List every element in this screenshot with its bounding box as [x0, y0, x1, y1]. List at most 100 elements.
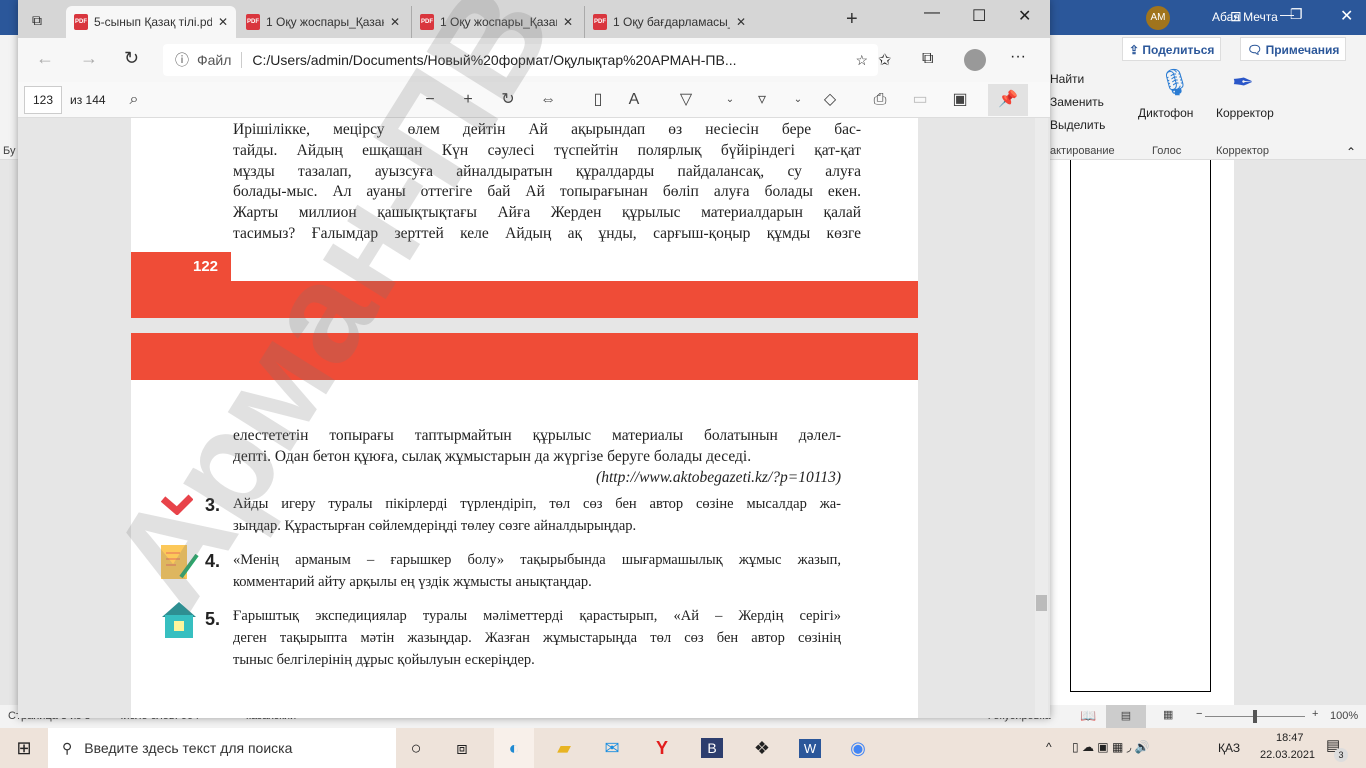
show-hidden-icons[interactable]: ^ — [1046, 740, 1052, 754]
url-prefix: Файл — [197, 52, 243, 68]
find-button[interactable]: Найти — [1050, 72, 1084, 86]
text-line: тайды. Айдың ешқашан Күн сәулесі түспейт… — [233, 141, 861, 159]
check-icon — [161, 494, 193, 515]
vk-icon[interactable]: B — [692, 728, 732, 768]
yandex-browser-icon[interactable]: Y — [642, 728, 682, 768]
mail-icon[interactable]: ✉ — [592, 728, 632, 768]
group-editor: Корректор — [1216, 145, 1269, 157]
word-text-box[interactable] — [1070, 160, 1211, 692]
dropbox-icon[interactable]: ❖ — [742, 728, 782, 768]
page-view-icon[interactable]: ▯ — [586, 82, 610, 118]
task-view-icon[interactable]: ⧈ — [442, 728, 482, 768]
microphone-icon[interactable]: 🎙 — [1158, 67, 1191, 98]
clock-date[interactable]: 22.03.2021 — [1260, 749, 1315, 761]
editor-pen-icon[interactable]: ✒ — [1232, 67, 1254, 98]
new-tab-button[interactable]: + — [846, 8, 858, 31]
refresh-button[interactable]: ↻ — [124, 48, 139, 69]
word-taskbar-icon[interactable]: W — [790, 728, 830, 768]
url-input[interactable]: ⓘ Файл C:/Users/admin/Documents/Новый%20… — [163, 44, 878, 76]
file-explorer-icon[interactable]: ▰ — [544, 728, 584, 768]
tab[interactable]: PDF 1 Оқу жоспары_Қазақ тілі ✕ — [411, 6, 581, 38]
save-as-icon[interactable]: ▣ — [948, 82, 972, 118]
tab[interactable]: PDF 1 Оқу бағдарламасы_Қазақ ✕ — [584, 6, 754, 38]
search-icon[interactable]: ⌕ — [122, 82, 146, 118]
page-number-input[interactable]: 123 — [24, 86, 62, 114]
address-bar: ← → ↻ ⓘ Файл C:/Users/admin/Documents/Но… — [18, 38, 1050, 82]
share-button[interactable]: ⇪ Поделиться — [1122, 37, 1222, 61]
comments-label: Примечания — [1265, 43, 1340, 57]
close-button[interactable]: ✕ — [1340, 6, 1353, 26]
highlight-options-chevron-icon[interactable]: ⌄ — [786, 82, 810, 118]
language-indicator[interactable]: ҚАЗ — [1218, 741, 1240, 755]
print-layout-icon[interactable]: ▤ — [1106, 705, 1146, 728]
pdf-icon: PDF — [593, 14, 607, 30]
text-line: тасимыз? Ғалымдар зерттей келе Айдың ақ … — [233, 224, 861, 242]
rotate-icon[interactable]: ↻ — [496, 82, 520, 118]
page-number: 122 — [193, 258, 219, 275]
select-button[interactable]: Выделить — [1050, 118, 1105, 132]
chrome-icon[interactable]: ◉ — [838, 728, 878, 768]
zoom-out-icon[interactable]: − — [418, 82, 442, 118]
tray-icons[interactable]: ▯ ☁ ▣ ▦ ◞ 🔊 — [1072, 740, 1150, 754]
add-favorite-icon[interactable]: ☆ — [855, 52, 868, 69]
draw-options-chevron-icon[interactable]: ⌄ — [718, 82, 742, 118]
start-button[interactable]: ⊞ — [4, 728, 44, 768]
tab-actions-icon[interactable]: ⧉ — [32, 12, 42, 29]
minimize-button[interactable]: — — [924, 4, 940, 22]
text-line: Жарты миллион қашықтықтағы Айға Жерден қ… — [233, 204, 861, 222]
task-line: Айды игеру туралы пікірлерді түрлендіріп… — [233, 496, 841, 512]
close-tab-icon[interactable]: ✕ — [736, 15, 746, 29]
web-layout-icon[interactable]: ▦ — [1163, 708, 1173, 721]
zoom-slider-thumb[interactable] — [1253, 710, 1257, 723]
collections-icon[interactable]: ⧉ — [922, 50, 933, 68]
more-menu-icon[interactable]: ··· — [1010, 48, 1026, 66]
zoom-in-button[interactable]: + — [1312, 708, 1318, 720]
ribbon-display-icon[interactable]: ⊡ — [1230, 8, 1242, 25]
edge-taskbar-icon[interactable]: ◐ — [494, 728, 534, 768]
read-mode-icon[interactable]: 📖 — [1080, 708, 1096, 724]
print-icon[interactable]: ⎙ — [868, 82, 892, 118]
maximize-button[interactable]: ☐ — [972, 6, 986, 26]
avatar[interactable]: AM — [1146, 6, 1170, 30]
dictation-button[interactable]: Диктофон — [1138, 106, 1193, 120]
save-icon[interactable]: ▭ — [908, 82, 932, 118]
tab-active[interactable]: PDF 5-сынып Қазақ тілі.pdf ✕ — [66, 6, 236, 38]
page-text: елестететін топырағы таптырмайтын құрылы… — [233, 426, 841, 488]
favorites-icon[interactable]: ✩ — [878, 50, 891, 70]
clock-time[interactable]: 18:47 — [1276, 732, 1304, 744]
eraser-icon[interactable]: ◇ — [818, 82, 842, 118]
highlight-icon[interactable]: ▿ — [750, 82, 774, 118]
task-line: комментарий айту арқылы ең үздік жұмысты… — [233, 574, 592, 590]
forward-button[interactable]: → — [80, 48, 98, 69]
restore-button[interactable]: ❐ — [1290, 6, 1303, 23]
close-tab-icon[interactable]: ✕ — [218, 15, 228, 29]
pdf-page-122: Ирішілікке, мецірсу өлем дейтін Ай ақыры… — [131, 118, 918, 318]
editor-button[interactable]: Корректор — [1216, 106, 1274, 120]
zoom-out-button[interactable]: − — [1196, 708, 1202, 720]
collapse-ribbon-icon[interactable]: ⌃ — [1346, 145, 1356, 159]
scrollbar-thumb[interactable] — [1036, 595, 1047, 611]
pdf-icon: PDF — [246, 14, 260, 30]
replace-button[interactable]: Заменить — [1050, 95, 1104, 109]
info-icon[interactable]: ⓘ — [175, 50, 189, 70]
profile-icon[interactable] — [964, 49, 986, 71]
close-window-button[interactable]: ✕ — [1018, 6, 1031, 26]
pin-toolbar-icon[interactable]: 📌 — [988, 84, 1028, 116]
zoom-in-icon[interactable]: + — [456, 82, 480, 118]
footer-band — [131, 281, 918, 318]
taskbar-search[interactable]: ⚲ Введите здесь текст для поиска — [48, 728, 396, 768]
taskbar: ⊞ ⚲ Введите здесь текст для поиска ○ ⧈ ◐ … — [0, 728, 1366, 768]
close-tab-icon[interactable]: ✕ — [390, 15, 400, 29]
close-tab-icon[interactable]: ✕ — [563, 15, 573, 29]
cortana-icon[interactable]: ○ — [396, 728, 436, 768]
read-aloud-icon[interactable]: A — [622, 82, 646, 118]
comments-button[interactable]: 🗨 Примечания — [1240, 37, 1347, 61]
tab[interactable]: PDF 1 Оқу жоспары_Қазақ тілі ✕ — [238, 6, 408, 38]
fit-page-icon[interactable]: ⇔ — [536, 82, 560, 118]
scrollbar[interactable] — [1035, 118, 1048, 718]
zoom-level[interactable]: 100% — [1330, 710, 1358, 722]
back-button[interactable]: ← — [36, 48, 54, 69]
text-line: мұзды тазалап, ауызсуға айналдыратын құр… — [233, 162, 861, 180]
url-text[interactable]: C:/Users/admin/Documents/Новый%20формат/… — [252, 52, 736, 68]
draw-icon[interactable]: ▽ — [674, 82, 698, 118]
